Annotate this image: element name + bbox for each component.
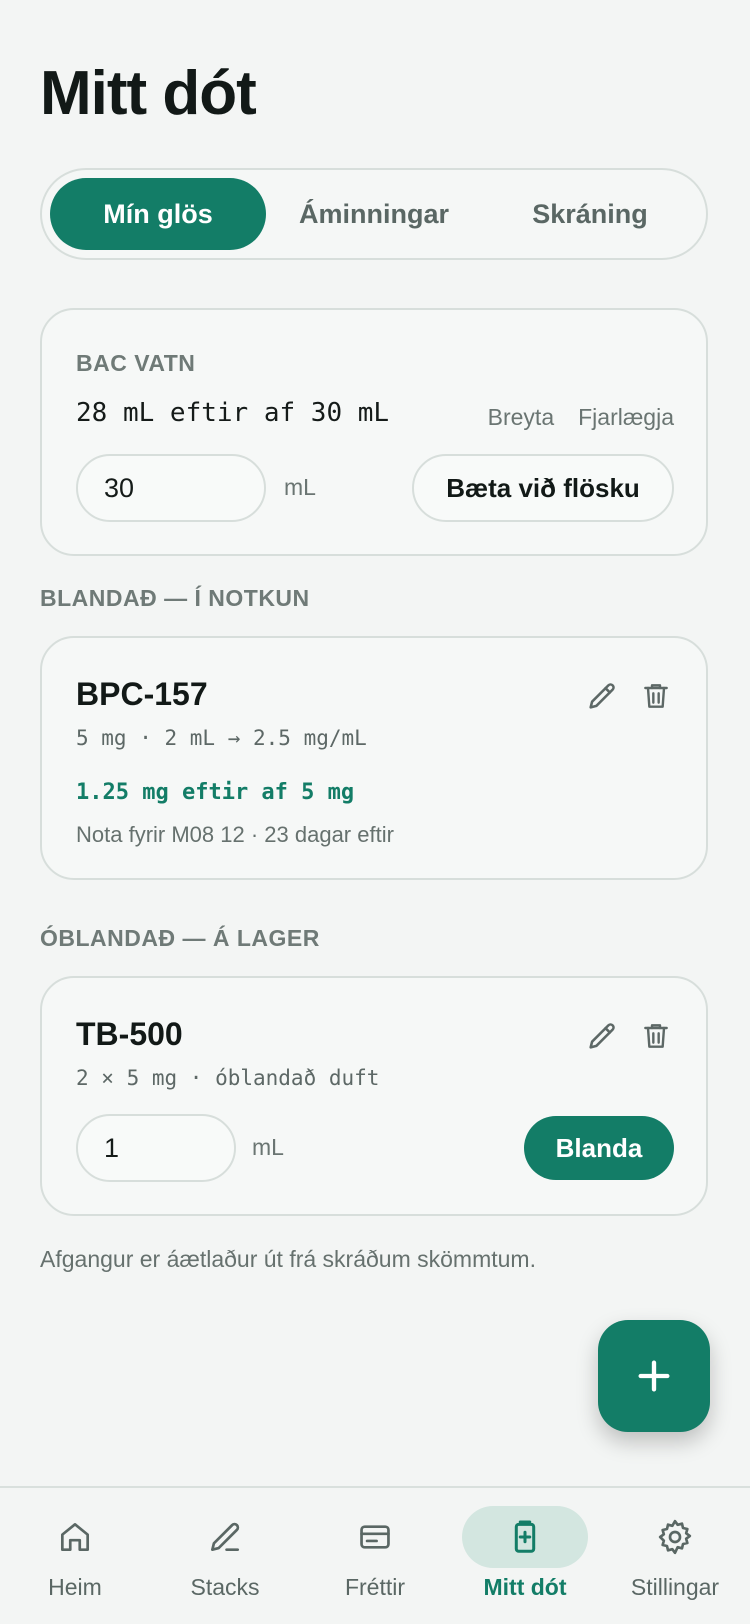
bac-water-actions: Breyta Fjarlægja — [488, 404, 674, 431]
bottom-nav: Heim Stacks Fréttir Mitt dót Stillingar — [0, 1486, 750, 1624]
bac-volume-input[interactable]: 30 — [76, 454, 266, 522]
edit-vial-button[interactable] — [582, 1016, 622, 1056]
nav-item-home[interactable]: Heim — [0, 1488, 150, 1601]
bac-water-overline: BAC VATN — [76, 350, 196, 376]
tab-reminders[interactable]: Áminningar — [266, 178, 482, 250]
water-volume-unit: mL — [252, 1134, 284, 1160]
pencil-icon — [210, 1522, 240, 1552]
gear-icon — [658, 1519, 692, 1555]
nav-label: Stacks — [190, 1574, 260, 1600]
plus-icon — [638, 1360, 670, 1392]
nav-icon-wrap — [612, 1506, 738, 1568]
bac-water-remaining: 28 mL eftir af 30 mL — [76, 398, 390, 428]
vial-name: BPC-157 — [76, 676, 208, 712]
edit-vial-button[interactable] — [582, 676, 622, 716]
page-title: Mitt dót — [40, 59, 257, 128]
mixed-vial-card: BPC-157 5 mg · 2 mL → 2.5 mg/mL 1.25 mg … — [40, 636, 708, 880]
pencil-icon — [589, 1023, 615, 1049]
home-icon — [60, 1522, 90, 1552]
add-fab-button[interactable] — [598, 1320, 710, 1432]
delete-vial-button[interactable] — [636, 1016, 676, 1056]
vial-remaining: 1.25 mg eftir af 5 mg — [76, 780, 355, 805]
vial-use-by: Nota fyrir M08 12 · 23 dagar eftir — [76, 822, 394, 847]
nav-label: Heim — [48, 1574, 102, 1600]
nav-label: Fréttir — [344, 1574, 406, 1600]
nav-label: Stillingar — [630, 1574, 720, 1600]
nav-icon-wrap — [312, 1506, 438, 1568]
vial-spec: 2 × 5 mg · óblandað duft — [76, 1066, 380, 1090]
mix-button[interactable]: Blanda — [524, 1116, 674, 1180]
bac-water-card: BAC VATN 28 mL eftir af 30 mL Breyta Fja… — [40, 308, 708, 556]
nav-item-stacks[interactable]: Stacks — [150, 1488, 300, 1601]
card-icon — [360, 1525, 390, 1549]
nav-icon-wrap — [462, 1506, 588, 1568]
pencil-icon — [589, 683, 615, 709]
nav-icon-wrap — [162, 1506, 288, 1568]
unmixed-section-heading: ÓBLANDAÐ — Á LAGER — [40, 925, 320, 951]
water-volume-input[interactable]: 1 — [76, 1114, 236, 1182]
add-bottle-button[interactable]: Bæta við flösku — [412, 454, 674, 522]
vial-name: TB-500 — [76, 1016, 183, 1052]
unmixed-vial-card: TB-500 2 × 5 mg · óblandað duft 1 mL Bla… — [40, 976, 708, 1216]
segmented-tabs: Mín glös Áminningar Skráning — [40, 168, 708, 260]
nav-item-settings[interactable]: Stillingar — [600, 1488, 750, 1601]
remove-link[interactable]: Fjarlægja — [578, 404, 674, 431]
nav-item-news[interactable]: Fréttir — [300, 1488, 450, 1601]
mixed-section-heading: BLANDAÐ — Í NOTKUN — [40, 585, 310, 611]
tab-my-vials[interactable]: Mín glös — [50, 178, 266, 250]
edit-link[interactable]: Breyta — [488, 404, 554, 431]
nav-label: Mitt dót — [483, 1574, 567, 1600]
vial-spec: 5 mg · 2 mL → 2.5 mg/mL — [76, 726, 367, 750]
vial-icon — [514, 1520, 536, 1553]
remaining-footnote: Afgangur er áætlaður út frá skráðum sköm… — [40, 1246, 536, 1272]
my-stuff-screen: Mitt dót Mín glös Áminningar Skráning BA… — [0, 0, 750, 1624]
trash-icon — [644, 1024, 668, 1048]
trash-icon — [644, 684, 668, 708]
nav-icon-wrap — [12, 1506, 138, 1568]
nav-item-my-stuff[interactable]: Mitt dót — [450, 1488, 600, 1601]
delete-vial-button[interactable] — [636, 676, 676, 716]
tab-log[interactable]: Skráning — [482, 178, 698, 250]
bac-volume-unit: mL — [284, 474, 316, 500]
